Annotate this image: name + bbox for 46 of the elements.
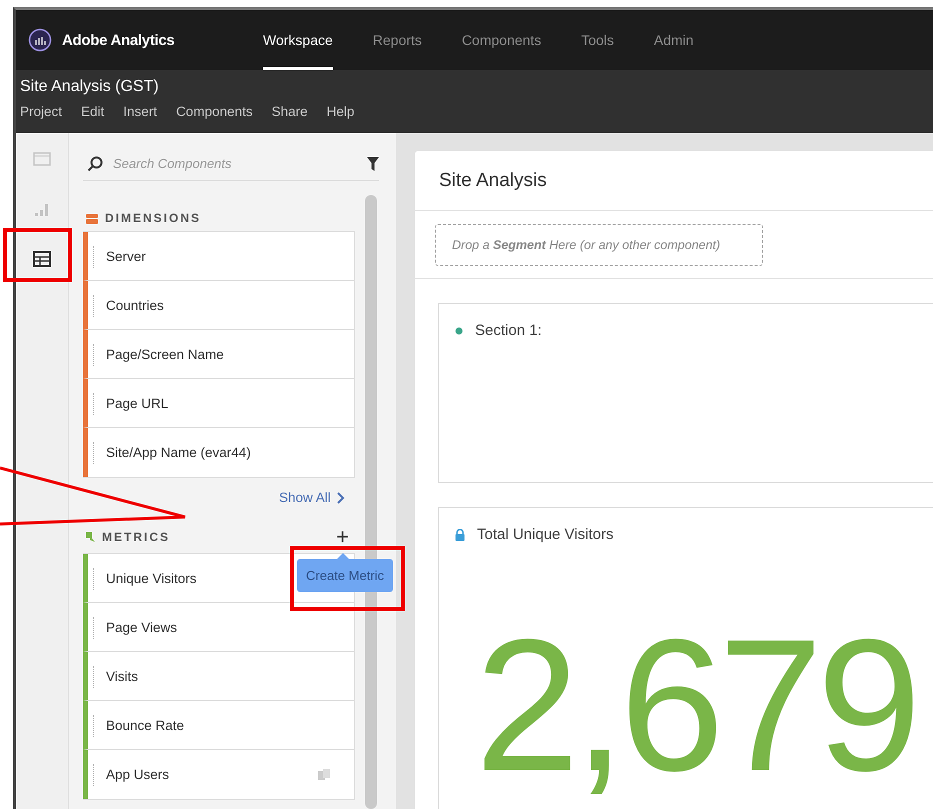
logo-icon — [28, 28, 52, 52]
nav-tab[interactable]: Reports — [372, 10, 422, 70]
component-item[interactable]: Bounce Rate — [83, 701, 354, 750]
menu-item[interactable]: Help — [326, 104, 354, 119]
bar-chart-icon — [34, 201, 50, 217]
component-item[interactable]: Server — [83, 232, 354, 281]
metric-icon — [85, 531, 96, 543]
show-all-link[interactable]: Show All — [279, 490, 345, 505]
search-icon — [87, 156, 103, 172]
component-item[interactable]: Page/Screen Name — [83, 330, 354, 379]
nav-tab[interactable]: Components — [462, 10, 542, 70]
nav-tab[interactable]: Admin — [654, 10, 694, 70]
lock-icon — [455, 528, 465, 540]
component-item[interactable]: Page URL — [83, 379, 354, 428]
filter-icon[interactable] — [367, 156, 379, 170]
search-field[interactable]: Search Components — [111, 155, 359, 172]
dot-icon — [455, 326, 463, 334]
panel-icon — [33, 152, 51, 166]
menu-item[interactable]: Share — [272, 104, 308, 119]
metric-title: Total Unique Visitors — [477, 526, 614, 543]
add-button[interactable]: + — [336, 527, 349, 547]
table-icon — [33, 251, 51, 267]
section-title: DIMENSIONS — [105, 211, 202, 225]
stack-icon — [85, 212, 99, 224]
tooltip-pointer — [337, 553, 349, 559]
highlight-frame — [3, 228, 72, 282]
component-item[interactable]: Page Views — [83, 603, 354, 652]
component-item[interactable]: App Users — [83, 750, 354, 799]
section-title: Section 1: — [475, 322, 542, 339]
segment-drop-zone[interactable]: Drop a Segment Here (or any other component) — [435, 224, 763, 266]
metric-value: 2,679 — [475, 611, 916, 799]
menu-item[interactable]: Insert — [123, 104, 158, 119]
panel-title: Site Analysis — [415, 151, 933, 211]
chevron-right-icon — [336, 492, 345, 504]
component-item[interactable]: Site/App Name (evar44) — [83, 428, 354, 477]
menu-item[interactable]: Project — [20, 104, 62, 119]
project-title: Site Analysis (GST) — [20, 78, 160, 96]
menu-item[interactable]: Components — [176, 104, 253, 119]
app-title: Adobe Analytics — [62, 32, 174, 48]
rail-button[interactable] — [31, 249, 53, 269]
nav-tab[interactable]: Tools — [581, 10, 614, 70]
section-title: METRICS — [102, 530, 170, 544]
component-item[interactable]: Visits — [83, 652, 354, 701]
tooltip: Create Metric — [297, 559, 394, 592]
component-item[interactable]: Countries — [83, 281, 354, 330]
menu-item[interactable]: Edit — [81, 104, 104, 119]
